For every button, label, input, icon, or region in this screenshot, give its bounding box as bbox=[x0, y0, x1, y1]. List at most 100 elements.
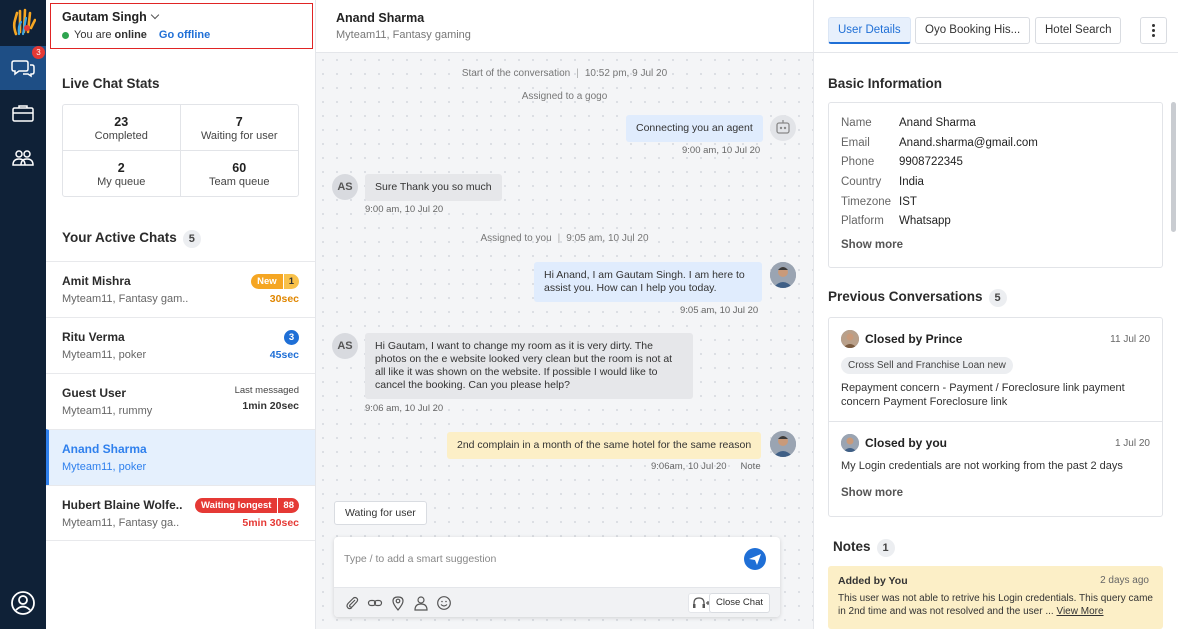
scrollbar[interactable] bbox=[1171, 102, 1176, 232]
show-more-link[interactable]: Show more bbox=[841, 487, 1150, 499]
customer-avatar: AS bbox=[332, 333, 358, 359]
view-more-link[interactable]: View More bbox=[1056, 606, 1103, 617]
system-time: 9:05 am, 10 Jul 20 bbox=[566, 233, 649, 244]
message-bubble: Hi Anand, I am Gautam Singh. I am here t… bbox=[534, 262, 762, 302]
basic-info-card: Name Anand Sharma Email Anand.sharma@gmail… bbox=[828, 102, 1163, 268]
badge-count: 1 bbox=[282, 274, 299, 289]
note-meta: 9:06am, 10 Jul 20 Note bbox=[651, 461, 761, 472]
message-time: 9:00 am, 10 Jul 20 bbox=[365, 204, 444, 215]
note-label: Note bbox=[740, 461, 761, 472]
users-icon bbox=[12, 150, 34, 166]
agent-menu[interactable]: Gautam Singh bbox=[62, 10, 301, 24]
tab-hotel-search[interactable]: Hotel Search bbox=[1035, 17, 1122, 44]
composer-input[interactable]: Type / to add a smart suggestion bbox=[344, 553, 496, 565]
kebab-dot-icon bbox=[1152, 24, 1155, 27]
go-offline-link[interactable]: Go offline bbox=[159, 29, 210, 41]
stat-waiting: 7 Waiting for user bbox=[180, 105, 298, 151]
conversation-tag: Cross Sell and Franchise Loan new bbox=[841, 357, 1013, 374]
chevron-down-icon[interactable] bbox=[150, 10, 159, 20]
online-dot-icon bbox=[62, 31, 69, 39]
tab-oyo-booking-history[interactable]: Oyo Booking His... bbox=[915, 17, 1031, 44]
chat-name: Ritu Verma bbox=[62, 330, 125, 344]
info-row-platform: Platform Whatsapp bbox=[841, 211, 1150, 231]
show-more-link[interactable]: Show more bbox=[841, 239, 1150, 251]
customer-avatar: AS bbox=[332, 174, 358, 200]
agent-avatar bbox=[770, 431, 796, 457]
chat-item-anand-sharma[interactable]: Anand Sharma Myteam11, poker bbox=[46, 429, 315, 485]
message-area[interactable]: Start of the conversation | 10:52 pm, 9 Ju… bbox=[316, 53, 813, 629]
previous-conversation-item[interactable]: Closed by Prince 11 Jul 20 Cross Sell an… bbox=[829, 318, 1162, 421]
nav-team[interactable] bbox=[0, 136, 46, 180]
previous-conversations-title: Previous Conversations bbox=[828, 289, 983, 304]
stat-team-queue: 60 Team queue bbox=[181, 151, 299, 197]
separator: | bbox=[557, 233, 561, 244]
stat-value: 7 bbox=[235, 115, 243, 129]
system-text: Start of the conversation bbox=[461, 68, 571, 79]
stat-value: 60 bbox=[232, 160, 247, 175]
message-bubble: Sure Thank you so much bbox=[365, 174, 502, 201]
info-key: Phone bbox=[841, 156, 875, 169]
status-value: online bbox=[114, 29, 147, 41]
live-chat-stats-title: Live Chat Stats bbox=[62, 76, 160, 91]
info-value: Whatsapp bbox=[899, 215, 951, 228]
status-prefix: You are bbox=[74, 29, 112, 41]
chat-name: Anand Sharma bbox=[62, 442, 147, 456]
info-row-timezone: Timezone IST bbox=[841, 192, 1150, 212]
conversation-date: 11 Jul 20 bbox=[1110, 334, 1150, 345]
briefcase-icon bbox=[12, 105, 34, 122]
chat-meta: New 1 30sec bbox=[251, 273, 299, 305]
contact-icon[interactable] bbox=[413, 595, 429, 611]
chat-sub: Myteam11, poker bbox=[62, 461, 147, 473]
profile-icon[interactable] bbox=[10, 590, 36, 616]
chat-item-hubert-blaine[interactable]: Hubert Blaine Wolfe.. Myteam11, Fantasy … bbox=[46, 485, 315, 541]
detail-tabs: User Details Oyo Booking His... Hotel Se… bbox=[814, 0, 1178, 53]
basic-info-title: Basic Information bbox=[828, 76, 943, 91]
stat-label: My queue bbox=[97, 175, 146, 188]
waiting-for-user-button[interactable]: Wating for user bbox=[334, 501, 427, 525]
note-bubble: 2nd complain in a month of the same hote… bbox=[447, 432, 762, 459]
attachment-icon[interactable] bbox=[344, 595, 360, 611]
hand-logo-icon[interactable] bbox=[10, 8, 36, 36]
conversation-header: Closed by Prince bbox=[841, 330, 1150, 348]
previous-conversations-heading: Previous Conversations 5 bbox=[828, 289, 1007, 307]
agent-avatar bbox=[770, 262, 796, 288]
nav-bookings[interactable] bbox=[0, 91, 46, 135]
stat-label: Team queue bbox=[208, 175, 270, 188]
chat-sub: Myteam11, poker bbox=[62, 349, 147, 361]
closed-by: Closed by Prince bbox=[865, 332, 963, 346]
info-value: 9908722345 bbox=[899, 156, 963, 169]
badge-count: 88 bbox=[277, 498, 299, 513]
live-chat-stats: 23 Completed 7 Waiting for user 2 My queue … bbox=[62, 104, 299, 197]
emoji-icon[interactable] bbox=[436, 595, 452, 611]
stat-my-queue: 2 My queue bbox=[63, 150, 181, 196]
previous-conversation-item[interactable]: Closed by you 1 Jul 20 My Login credenti… bbox=[829, 421, 1162, 511]
badge-label: New bbox=[251, 274, 283, 289]
previous-count: 5 bbox=[988, 289, 1007, 307]
closed-by: Closed by you bbox=[865, 436, 948, 450]
link-icon[interactable] bbox=[367, 595, 383, 611]
chat-wait-time: 5min 30sec bbox=[242, 517, 299, 529]
message-time: 9:05 am, 10 Jul 20 bbox=[680, 305, 759, 316]
location-pin-icon[interactable] bbox=[390, 595, 406, 611]
conversation-title: Anand Sharma bbox=[336, 11, 425, 25]
more-options-button[interactable] bbox=[1140, 17, 1167, 44]
chat-item-amit-mishra[interactable]: Amit Mishra Myteam11, Fantasy gam.. New 1… bbox=[46, 261, 315, 317]
active-chats-count: 5 bbox=[182, 230, 201, 248]
start-of-conversation: Start of the conversation | 10:52 pm, 9 Ju… bbox=[316, 68, 813, 79]
info-value: Anand Sharma bbox=[899, 116, 976, 129]
info-key: Name bbox=[841, 116, 872, 129]
stat-value: 23 bbox=[114, 115, 129, 129]
send-button[interactable] bbox=[744, 548, 766, 570]
chat-item-guest-user[interactable]: Guest User Myteam11, rummy Last messaged… bbox=[46, 373, 315, 429]
right-panel: User Details Oyo Booking His... Hotel Se… bbox=[813, 0, 1178, 629]
conversation-summary: My Login credentials are not working fro… bbox=[841, 460, 1123, 472]
previous-conversations-card: Closed by Prince 11 Jul 20 Cross Sell an… bbox=[828, 317, 1163, 517]
tab-user-details[interactable]: User Details bbox=[828, 17, 911, 44]
message-time: 9:06am, 10 Jul 20 bbox=[651, 461, 727, 472]
note-text-wrap: This user was not able to retrive his Lo… bbox=[838, 592, 1153, 618]
conversation-subtitle: Myteam11, Fantasy gaming bbox=[336, 29, 471, 41]
close-chat-button[interactable]: Close Chat bbox=[709, 593, 770, 613]
message-time: 9:00 am, 10 Jul 20 bbox=[682, 145, 761, 156]
chat-item-ritu-verma[interactable]: Ritu Verma Myteam11, poker 3 45sec bbox=[46, 317, 315, 373]
message-time: 9:06 am, 10 Jul 20 bbox=[365, 403, 444, 414]
